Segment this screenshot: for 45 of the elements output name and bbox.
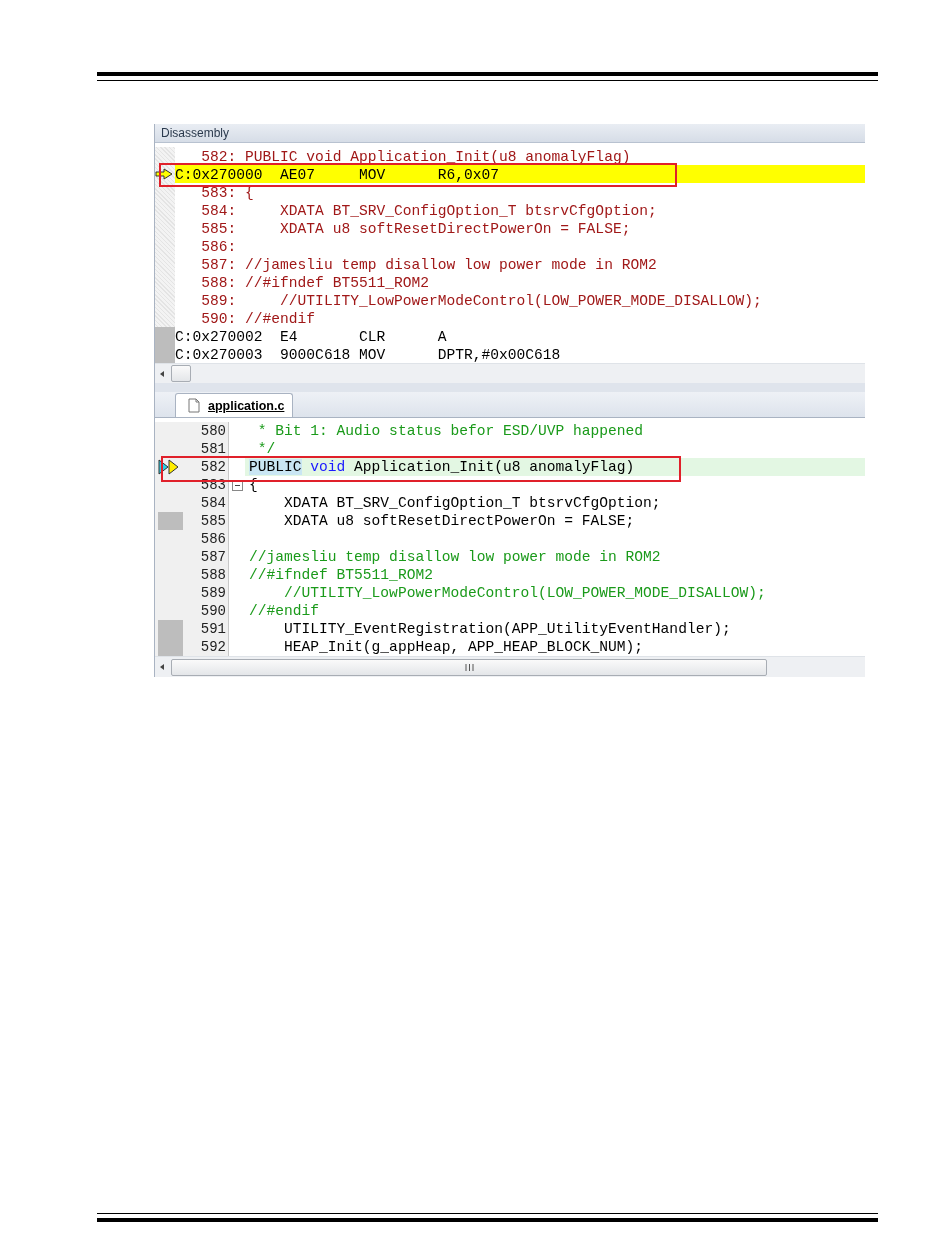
code-text: HEAP_Init(g_appHeap, APP_HEAP_BLOCK_NUM); [283,639,644,655]
code-text: * Bit 1: Audio status befor ESD/UVP happened [256,423,644,439]
line-number: 582 [200,459,226,475]
code-text: PUBLIC void Application_Init(u8 anomalyFlag) [249,459,635,475]
line-number: 585 [200,513,226,529]
code-text: */ [256,441,276,457]
line-number: 588 [200,567,226,583]
file-icon [188,398,200,413]
source-line: 587: //jamesliu temp disallow low power mode in ROM2 [200,257,657,273]
assembly-line: C:0x270003 9000C618 MOV DPTR,#0x00C618 [175,347,561,363]
code-text: //#endif [249,603,320,619]
line-number: 580 [200,423,226,439]
panel-title: Disassembly [161,126,229,140]
file-tab[interactable]: application.c [175,393,294,417]
code-text: XDATA u8 softResetDirectPowerOn = FALSE; [283,513,635,529]
line-number: 587 [200,549,226,565]
code-text: XDATA BT_SRV_ConfigOption_T btsrvCfgOption; [283,495,661,511]
source-line: 582: PUBLIC void Application_Init(u8 anomalyFlag) [200,149,631,165]
source-line: 589: //UTILITY_LowPowerModeControl(LOW_POWER_MODE_DISALLOW); [200,293,762,309]
horizontal-scrollbar[interactable] [155,363,865,383]
code-text: //jamesliu temp disallow low power mode in ROM2 [249,549,661,565]
code-text: //UTILITY_LowPowerModeControl(LOW_POWER_MODE_DISALLOW); [283,585,766,601]
source-line: 585: XDATA u8 softResetDirectPowerOn = FALSE; [200,221,631,237]
scrollbar-thumb[interactable] [171,365,191,382]
scrollbar-thumb[interactable] [171,658,767,676]
assembly-line: C:0x270002 E4 CLR A [175,329,447,345]
collapse-icon[interactable] [231,479,243,491]
code-text: UTILITY_EventRegistration(APP_UtilityEventHandler); [283,621,731,637]
source-line: 584: XDATA BT_SRV_ConfigOption_T btsrvCfgOption; [200,203,657,219]
horizontal-scrollbar[interactable] [155,656,865,677]
line-number: 590 [200,603,226,619]
grip-icon [464,663,474,671]
assembly-line: C:0x270000 AE07 MOV R6,0x07 [175,167,500,183]
code-text: //#ifndef BT5511_ROM2 [249,567,433,583]
line-number: 581 [200,441,226,457]
execution-arrow-icon [158,459,180,475]
source-line: 590: //#endif [200,311,316,327]
arrow-icon [155,168,173,180]
line-number: 586 [200,531,226,547]
source-line: 586: [200,239,237,255]
line-number: 584 [200,495,226,511]
source-line: 588: //#ifndef BT5511_ROM2 [200,275,429,291]
line-number: 591 [200,621,226,637]
line-number: 592 [200,639,226,655]
line-number: 589 [200,585,226,601]
